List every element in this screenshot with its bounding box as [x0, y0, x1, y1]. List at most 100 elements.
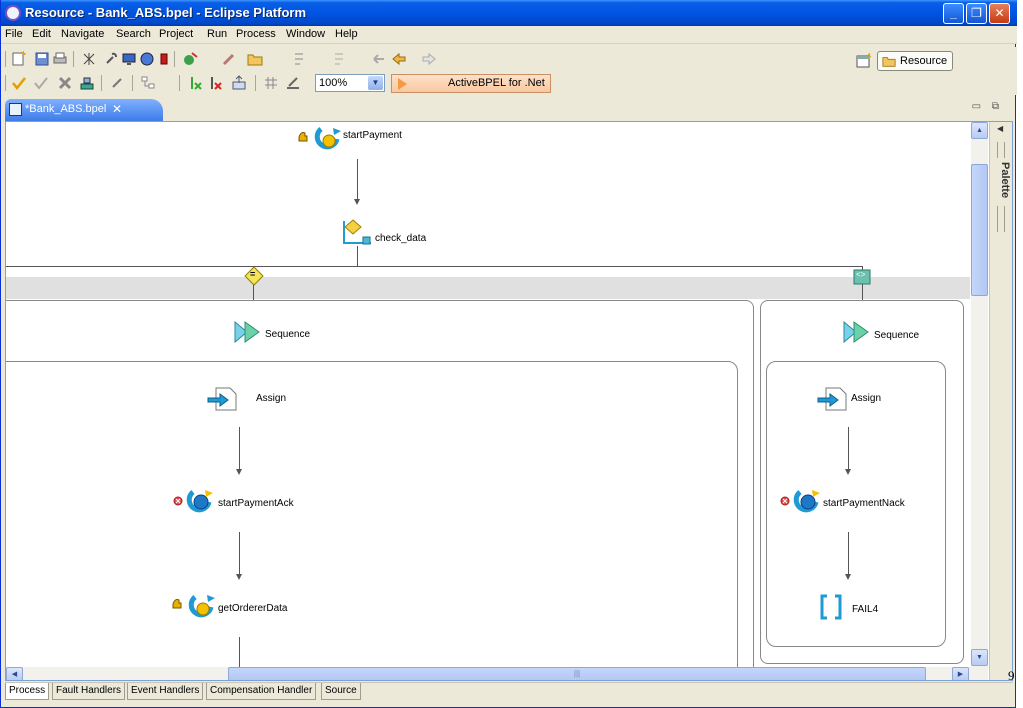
- run-icon[interactable]: [182, 51, 198, 67]
- connector-line: [848, 427, 849, 469]
- reply-activity-icon[interactable]: [778, 486, 826, 516]
- prev-annotation-icon[interactable]: [331, 51, 347, 67]
- snap-icon[interactable]: [285, 75, 301, 91]
- palette-grip: [997, 142, 1005, 158]
- invoke-activity-icon[interactable]: [171, 592, 219, 620]
- palette-expand-icon[interactable]: ◀: [997, 124, 1003, 133]
- menu-bar: File Edit Navigate Search Project Run Pr…: [1, 26, 1017, 44]
- arrow-down-icon: [236, 469, 242, 475]
- otherwise-label: <>: [856, 270, 866, 279]
- chevron-down-icon[interactable]: ▼: [368, 76, 383, 90]
- tab-bank-abs-bpel[interactable]: *Bank_ABS.bpel ✕: [5, 99, 163, 121]
- tab-compensation-handler[interactable]: Compensation Handler: [206, 683, 317, 700]
- palette-panel[interactable]: ◀ Palette: [989, 122, 1012, 680]
- delete-icon[interactable]: [57, 75, 73, 91]
- start-payment-ack-label: startPaymentAck: [218, 498, 294, 509]
- fail4-label: FAIL4: [852, 604, 879, 615]
- switch-case-band: [6, 277, 970, 299]
- stop-icon[interactable]: [156, 51, 172, 67]
- save-icon[interactable]: [34, 51, 50, 67]
- open-folder-icon[interactable]: [247, 51, 263, 67]
- maximize-button[interactable]: ❐: [966, 3, 987, 24]
- minimize-button[interactable]: _: [943, 3, 964, 24]
- network-icon[interactable]: [79, 75, 95, 91]
- export-icon[interactable]: [231, 75, 247, 91]
- open-perspective-icon[interactable]: [856, 53, 872, 69]
- minimize-maximize-controls[interactable]: ▭ ⧉: [972, 101, 1003, 112]
- menu-run[interactable]: Run: [207, 28, 227, 40]
- link-icon[interactable]: [109, 75, 125, 91]
- menu-file[interactable]: File: [5, 28, 23, 40]
- tab-title: *Bank_ABS.bpel: [25, 103, 107, 115]
- menu-edit[interactable]: Edit: [32, 28, 51, 40]
- horizontal-scrollbar[interactable]: ◀ ||| ▶: [6, 667, 988, 680]
- scroll-down-icon[interactable]: ▼: [971, 649, 988, 666]
- bpel-editor: startPayment check_data = <> Sequence As…: [5, 121, 1013, 681]
- arrow-down-icon: [236, 574, 242, 580]
- toolbar-separator: [73, 51, 74, 67]
- assign-activity-icon[interactable]: [816, 386, 850, 412]
- layout-icon[interactable]: [140, 75, 156, 91]
- menu-window[interactable]: Window: [286, 28, 325, 40]
- forward-icon[interactable]: [421, 51, 437, 67]
- print-icon[interactable]: [52, 51, 68, 67]
- connector-line: [357, 246, 358, 266]
- monitor-icon[interactable]: [121, 51, 137, 67]
- tab-process[interactable]: Process: [5, 683, 50, 700]
- connector-line: [357, 159, 358, 199]
- arrow-down-icon: [845, 469, 851, 475]
- wrench-icon[interactable]: [103, 51, 119, 67]
- scroll-right-icon[interactable]: ▶: [952, 667, 969, 680]
- reply-activity-icon[interactable]: [171, 486, 219, 516]
- menu-search[interactable]: Search: [116, 28, 151, 40]
- validate-icon[interactable]: [33, 75, 49, 91]
- tab-event-handlers[interactable]: Event Handlers: [127, 683, 204, 700]
- check-icon[interactable]: [11, 75, 27, 91]
- title-bar[interactable]: Resource - Bank_ABS.bpel - Eclipse Platf…: [1, 0, 1017, 26]
- globe-icon[interactable]: [139, 51, 155, 67]
- vertical-scrollbar[interactable]: ▲ ▼: [971, 122, 988, 667]
- connector-line: [239, 637, 240, 667]
- close-button[interactable]: ✕: [989, 3, 1010, 24]
- tab-source[interactable]: Source: [321, 683, 361, 700]
- assign-activity-icon[interactable]: [206, 386, 240, 412]
- tab-fault-handlers[interactable]: Fault Handlers: [52, 683, 126, 700]
- menu-project[interactable]: Project: [159, 28, 193, 40]
- new-icon[interactable]: [11, 51, 27, 67]
- receive-activity-icon[interactable]: [297, 125, 345, 151]
- menu-process[interactable]: Process: [236, 28, 276, 40]
- folder-icon: [882, 57, 896, 67]
- horizontal-scroll-thumb[interactable]: |||: [228, 667, 926, 680]
- sequence-body-left: [6, 361, 738, 667]
- vertical-scroll-thumb[interactable]: [971, 164, 988, 296]
- bpel-toolbar: 100% ▼ ActiveBPEL for .Net: [1, 71, 1017, 95]
- back-icon[interactable]: [391, 51, 407, 67]
- disable-breakpoint-icon[interactable]: [207, 75, 223, 91]
- resource-perspective-button[interactable]: Resource: [877, 51, 953, 71]
- debug-icon[interactable]: [81, 51, 97, 67]
- page-number-text: 9: [1008, 668, 1015, 683]
- start-payment-nack-label: startPaymentNack: [823, 498, 905, 509]
- platform-selector[interactable]: ActiveBPEL for .Net: [391, 74, 551, 93]
- edit-pencil-icon[interactable]: [221, 51, 237, 67]
- empty-activity-icon[interactable]: [819, 594, 843, 620]
- sequence-left-label: Sequence: [265, 329, 311, 340]
- zoom-select[interactable]: 100% ▼: [315, 74, 385, 92]
- enable-breakpoint-icon[interactable]: [187, 75, 203, 91]
- next-annotation-icon[interactable]: [291, 51, 307, 67]
- eclipse-logo-icon: [5, 5, 21, 21]
- tab-close-icon[interactable]: ✕: [112, 99, 122, 120]
- arrow-down-icon: [845, 574, 851, 580]
- play-icon: [398, 78, 407, 90]
- connector-line: [239, 532, 240, 574]
- process-canvas[interactable]: startPayment check_data = <> Sequence As…: [6, 122, 970, 667]
- last-edit-icon[interactable]: [371, 51, 387, 67]
- switch-activity-icon[interactable]: [341, 218, 375, 246]
- grid-icon[interactable]: [263, 75, 279, 91]
- scroll-up-icon[interactable]: ▲: [971, 122, 988, 139]
- toolbar-separator: [174, 51, 175, 67]
- scroll-left-icon[interactable]: ◀: [6, 667, 23, 680]
- menu-help[interactable]: Help: [335, 28, 358, 40]
- toolbar-separator: [179, 75, 180, 91]
- menu-navigate[interactable]: Navigate: [61, 28, 104, 40]
